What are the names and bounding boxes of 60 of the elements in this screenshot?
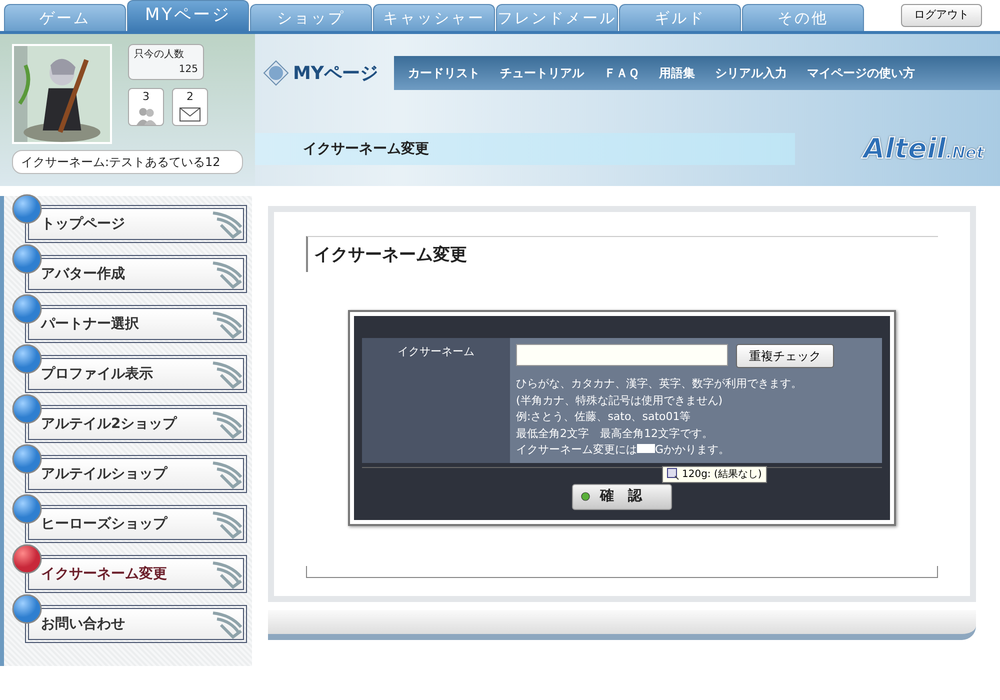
- orb-icon: [12, 194, 42, 224]
- logout-button[interactable]: ログアウト: [901, 4, 982, 27]
- orb-icon: [12, 294, 42, 324]
- sidebar-item[interactable]: アルテイルショップ: [28, 458, 244, 490]
- cost-note: イクサーネーム変更には Gかかります。: [516, 442, 731, 458]
- wing-icon: [211, 611, 243, 639]
- people-icon: [134, 106, 158, 125]
- wing-icon: [211, 311, 243, 339]
- field-label: イクサーネーム: [362, 338, 510, 462]
- dot-icon: [581, 492, 590, 501]
- wing-icon: [211, 361, 243, 389]
- mail-count: 2: [186, 89, 194, 105]
- orb-icon: [12, 244, 42, 274]
- orb-icon: [12, 544, 42, 574]
- note-text: 例:さとう、佐藤、sato、sato01等: [516, 409, 692, 425]
- nav-link[interactable]: マイページの使い方: [806, 64, 915, 82]
- sidebar-item[interactable]: プロファイル表示: [28, 358, 244, 390]
- orb-icon: [12, 494, 42, 524]
- site-logo: Alteil.Net: [863, 131, 984, 167]
- nav-link[interactable]: チュートリアル: [500, 64, 584, 82]
- wing-icon: [211, 561, 243, 589]
- online-count: 125: [178, 63, 198, 77]
- sidebar-item[interactable]: パートナー選択: [28, 308, 244, 340]
- confirm-button[interactable]: 確 認: [572, 484, 672, 510]
- magnifier-icon: [667, 468, 679, 480]
- orb-icon: [12, 344, 42, 374]
- nav-link[interactable]: カードリスト: [408, 64, 480, 82]
- sidebar-item[interactable]: アルテイル2ショップ: [28, 408, 244, 440]
- note-text: 最低全角2文字 最高全角12文字です。: [516, 426, 714, 442]
- orb-icon: [12, 444, 42, 474]
- page-title: イクサーネーム変更: [306, 236, 938, 272]
- mail-icon: [179, 106, 201, 122]
- wing-icon: [211, 461, 243, 489]
- wing-icon: [211, 511, 243, 539]
- online-label: 只今の人数: [134, 48, 185, 62]
- sidebar-item[interactable]: イクサーネーム変更: [28, 558, 244, 590]
- friend-count: 3: [142, 89, 150, 105]
- wing-icon: [211, 211, 243, 239]
- tooltip-text: 120g: (結果なし): [682, 468, 762, 482]
- nav-link[interactable]: 用語集: [658, 64, 695, 82]
- sidebar-item[interactable]: お問い合わせ: [28, 608, 244, 640]
- name-input[interactable]: [516, 344, 728, 366]
- note-text: (半角カナ、特殊な記号は使用できません): [516, 392, 724, 408]
- friends-button[interactable]: 3: [128, 88, 164, 126]
- orb-icon: [12, 394, 42, 424]
- diamond-icon: [263, 60, 289, 86]
- player-name: イクサーネーム:テストあるている12: [12, 150, 243, 174]
- nav-link[interactable]: シリアル入力: [714, 64, 787, 82]
- sidebar-item[interactable]: ヒーローズショップ: [28, 508, 244, 540]
- breadcrumb-bar: イクサーネーム変更: [255, 133, 795, 165]
- note-text: ひらがな、カタカナ、漢字、英字、数字が利用できます。: [516, 376, 803, 392]
- sidebar-item[interactable]: トップページ: [28, 208, 244, 240]
- page-logo-text: MYページ: [293, 62, 378, 86]
- sidebar-item[interactable]: アバター作成: [28, 258, 244, 290]
- wing-icon: [211, 411, 243, 439]
- orb-icon: [12, 594, 42, 624]
- duplicate-check-button[interactable]: 重複チェック: [736, 344, 834, 368]
- mail-button[interactable]: 2: [172, 88, 208, 126]
- wing-icon: [211, 261, 243, 289]
- nav-link[interactable]: ＦＡＱ: [604, 64, 639, 82]
